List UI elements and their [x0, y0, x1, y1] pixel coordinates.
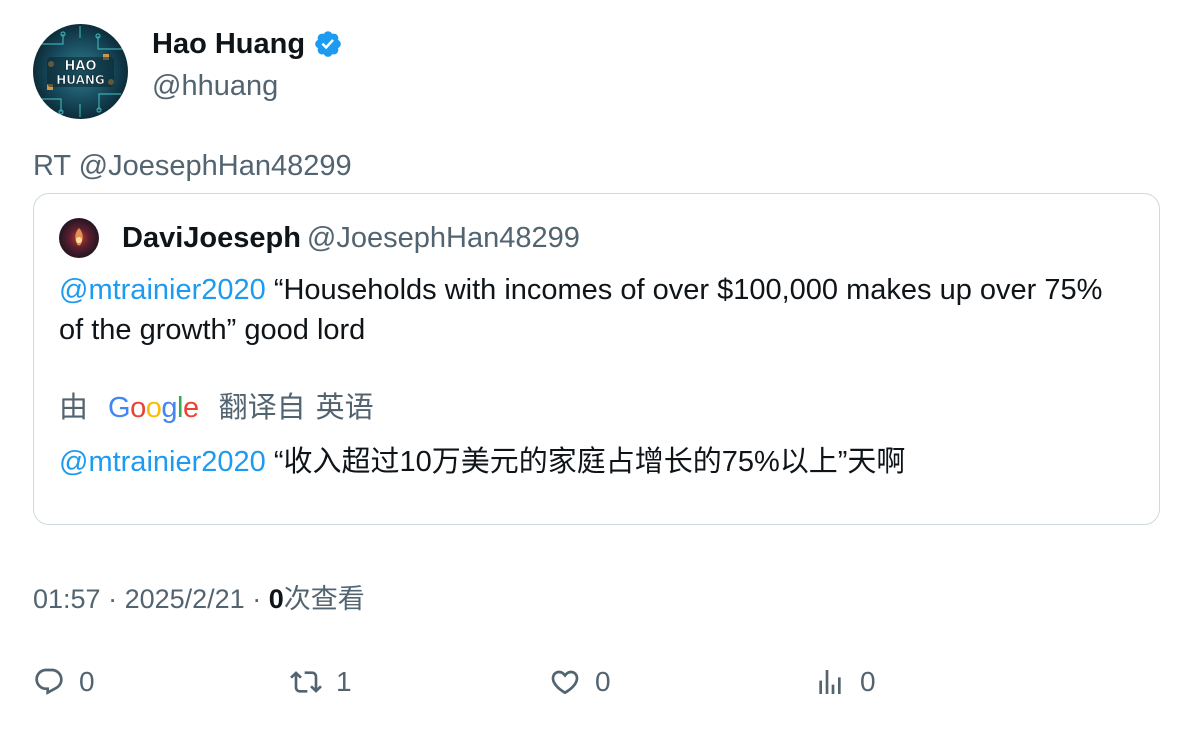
tweet-meta: 01:57 · 2025/2/21 · 0次查看	[33, 582, 365, 616]
views-label: 次查看	[283, 584, 365, 614]
reply-icon	[35, 668, 63, 695]
author-handle[interactable]: @hhuang	[152, 68, 278, 104]
author-name-row[interactable]: Hao Huang	[152, 26, 343, 62]
views-chart-icon	[819, 670, 841, 694]
google-logo: Google	[108, 392, 199, 424]
views-count: 0	[268, 584, 284, 614]
avatar-image: HAO HUANG	[33, 24, 128, 119]
retweet-count: 1	[336, 666, 352, 697]
retweet-icon	[290, 671, 322, 693]
translation-attribution: 由 Google 翻译自 英语	[59, 390, 374, 426]
tweet-action-bar: 0 1 0 0	[33, 666, 1160, 706]
quoted-avatar-image	[59, 218, 99, 258]
translate-from-label: 翻译自	[218, 392, 306, 424]
quoted-author-handle[interactable]: @JoesephHan48299	[307, 222, 580, 254]
heart-icon	[551, 670, 579, 695]
reply-count: 0	[79, 666, 95, 697]
author-avatar[interactable]: HAO HUANG	[33, 24, 128, 119]
translate-by-label: 由	[59, 392, 89, 424]
quoted-tweet-card[interactable]: DaviJoeseph @JoesephHan48299 @mtrainier20…	[33, 193, 1160, 525]
quoted-author-avatar[interactable]	[59, 218, 99, 258]
author-name[interactable]: Hao Huang	[152, 26, 305, 62]
like-count: 0	[595, 666, 611, 697]
translated-body-text: “收入超过10万美元的家庭占增长的75%以上”天啊	[265, 446, 906, 478]
translate-language: 英语	[315, 392, 374, 424]
views-action-count: 0	[860, 666, 876, 697]
verified-badge-icon	[313, 29, 343, 59]
retweet-button[interactable]: 1	[290, 666, 352, 698]
meta-separator: ·	[100, 584, 125, 614]
reply-button[interactable]: 0	[33, 666, 95, 698]
svg-text:HAO: HAO	[65, 59, 97, 74]
translated-mention-link[interactable]: @mtrainier2020	[59, 446, 266, 478]
like-button[interactable]: 0	[549, 666, 611, 698]
quoted-tweet-text: @mtrainier2020 “Households with incomes …	[59, 270, 1129, 350]
views-button[interactable]: 0	[814, 666, 876, 698]
translated-text: @mtrainier2020 “收入超过10万美元的家庭占增长的75%以上”天啊	[59, 442, 905, 482]
tweet-time[interactable]: 01:57	[33, 584, 101, 614]
meta-separator-2: ·	[244, 584, 269, 614]
quoted-author-name[interactable]: DaviJoeseph	[122, 222, 301, 254]
mention-link[interactable]: @mtrainier2020	[59, 274, 266, 306]
svg-text:HUANG: HUANG	[56, 73, 105, 87]
quoted-header: DaviJoeseph @JoesephHan48299	[122, 220, 580, 256]
tweet-date[interactable]: 2025/2/21	[125, 584, 245, 614]
retweet-text: RT @JoesephHan48299	[33, 150, 352, 182]
